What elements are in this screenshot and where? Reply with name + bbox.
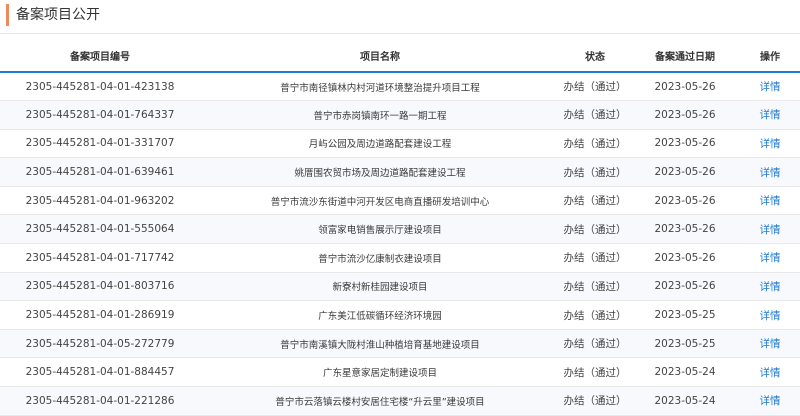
table-row: 2305-445281-04-05-272779 普宁市南溪镇大陇村淮山种植培育基…	[0, 329, 800, 359]
status-cell: 办结（通过）	[560, 129, 630, 159]
table-row: 2305-445281-04-01-221286 普宁市云落镇云楼村安居住宅楼“升…	[0, 386, 800, 416]
details-link[interactable]: 详情	[760, 138, 781, 150]
approval-date-cell: 2023-05-26	[630, 72, 740, 102]
table-row: 2305-445281-04-01-803716 新寮村新桂园建设项目 办结（通过）…	[0, 272, 800, 302]
status-cell: 办结（通过）	[560, 214, 630, 245]
table-row: 2305-445281-04-01-963202 普宁市流沙东街道中河开发区电商直…	[0, 186, 800, 216]
header-divider	[0, 33, 800, 34]
status-cell: 办结（通过）	[560, 243, 630, 273]
action-cell: 详情	[740, 243, 800, 273]
table-row: 2305-445281-04-01-423138 普宁市南径镇林内村河道环境整治提…	[0, 72, 800, 102]
record-code-cell: 2305-445281-04-01-639461	[0, 157, 200, 187]
column-header-name: 项目名称	[200, 44, 560, 73]
approval-date-cell: 2023-05-26	[630, 129, 740, 159]
column-header-status: 状态	[560, 44, 630, 73]
header-accent-bar	[6, 4, 9, 26]
approval-date-cell: 2023-05-25	[630, 300, 740, 330]
page-title: 备案项目公开	[16, 7, 100, 23]
details-link[interactable]: 详情	[760, 167, 781, 179]
status-cell: 办结（通过）	[560, 157, 630, 187]
record-code-cell: 2305-445281-04-01-331707	[0, 129, 200, 159]
status-cell: 办结（通过）	[560, 357, 630, 388]
action-cell: 详情	[740, 272, 800, 302]
column-header-date: 备案通过日期	[630, 44, 740, 73]
record-table: 备案项目编号 项目名称 状态 备案通过日期 操作 2305-445281-04-…	[0, 44, 800, 416]
status-cell: 办结（通过）	[560, 186, 630, 216]
details-link[interactable]: 详情	[760, 195, 781, 207]
record-code-cell: 2305-445281-04-01-555064	[0, 214, 200, 245]
record-code-cell: 2305-445281-04-01-221286	[0, 386, 200, 416]
status-cell: 办结（通过）	[560, 100, 630, 130]
project-name-cell: 广东星意家居定制建设项目	[200, 357, 560, 388]
project-name-cell: 普宁市流沙东街道中河开发区电商直播研发培训中心	[200, 186, 560, 216]
status-cell: 办结（通过）	[560, 272, 630, 302]
record-code-cell: 2305-445281-04-05-272779	[0, 329, 200, 359]
action-cell: 详情	[740, 186, 800, 216]
column-header-code: 备案项目编号	[0, 44, 200, 73]
details-link[interactable]: 详情	[760, 367, 781, 379]
action-cell: 详情	[740, 300, 800, 330]
action-cell: 详情	[740, 386, 800, 416]
record-code-cell: 2305-445281-04-01-764337	[0, 100, 200, 130]
table-row: 2305-445281-04-01-717742 普宁市流沙亿康制衣建设项目 办结（…	[0, 243, 800, 273]
details-link[interactable]: 详情	[760, 81, 781, 93]
table-row: 2305-445281-04-01-764337 普宁市赤岗镇南环一路一期工程 办结…	[0, 100, 800, 130]
approval-date-cell: 2023-05-24	[630, 357, 740, 388]
project-name-cell: 普宁市南径镇林内村河道环境整治提升项目工程	[200, 72, 560, 102]
table-row: 2305-445281-04-01-331707 月屿公园及周边道路配套建设工程办…	[0, 129, 800, 159]
column-header-action: 操作	[740, 44, 800, 73]
record-code-cell: 2305-445281-04-01-963202	[0, 186, 200, 216]
record-code-cell: 2305-445281-04-01-423138	[0, 72, 200, 102]
approval-date-cell: 2023-05-26	[630, 214, 740, 245]
record-code-cell: 2305-445281-04-01-717742	[0, 243, 200, 273]
table-row: 2305-445281-04-01-555064 领富家电销售展示厅建设项目 办结（…	[0, 214, 800, 245]
details-link[interactable]: 详情	[760, 281, 781, 293]
details-link[interactable]: 详情	[760, 310, 781, 322]
project-name-cell: 广东美江低碳循环经济环境园	[200, 300, 560, 330]
details-link[interactable]: 详情	[760, 338, 781, 350]
table-header: 备案项目编号 项目名称 状态 备案通过日期 操作	[0, 44, 800, 73]
action-cell: 详情	[740, 72, 800, 102]
approval-date-cell: 2023-05-24	[630, 386, 740, 416]
project-name-cell: 领富家电销售展示厅建设项目	[200, 214, 560, 245]
record-panel: 备案项目公开 备案项目编号 项目名称 状态 备案通过日期 操作 2305-445…	[0, 0, 800, 416]
table-body: 2305-445281-04-01-423138 普宁市南径镇林内村河道环境整治提…	[0, 72, 800, 416]
details-link[interactable]: 详情	[760, 395, 781, 407]
record-code-cell: 2305-445281-04-01-884457	[0, 357, 200, 388]
approval-date-cell: 2023-05-26	[630, 272, 740, 302]
project-name-cell: 新寮村新桂园建设项目	[200, 272, 560, 302]
action-cell: 详情	[740, 357, 800, 388]
project-name-cell: 姚厝围农贸市场及周边道路配套建设工程	[200, 157, 560, 187]
status-cell: 办结（通过）	[560, 300, 630, 330]
project-name-cell: 普宁市云落镇云楼村安居住宅楼“升云里”建设项目	[200, 386, 560, 416]
details-link[interactable]: 详情	[760, 224, 781, 236]
approval-date-cell: 2023-05-25	[630, 329, 740, 359]
table-row: 2305-445281-04-01-286919 广东美江低碳循环经济环境园 办结（…	[0, 300, 800, 330]
action-cell: 详情	[740, 100, 800, 130]
approval-date-cell: 2023-05-26	[630, 186, 740, 216]
panel-header: 备案项目公开	[0, 0, 800, 38]
action-cell: 详情	[740, 329, 800, 359]
record-code-cell: 2305-445281-04-01-803716	[0, 272, 200, 302]
record-code-cell: 2305-445281-04-01-286919	[0, 300, 200, 330]
action-cell: 详情	[740, 129, 800, 159]
table-row: 2305-445281-04-01-884457 广东星意家居定制建设项目 办结（通…	[0, 357, 800, 388]
project-name-cell: 普宁市流沙亿康制衣建设项目	[200, 243, 560, 273]
details-link[interactable]: 详情	[760, 252, 781, 264]
status-cell: 办结（通过）	[560, 329, 630, 359]
approval-date-cell: 2023-05-26	[630, 243, 740, 273]
project-name-cell: 普宁市南溪镇大陇村淮山种植培育基地建设项目	[200, 329, 560, 359]
action-cell: 详情	[740, 214, 800, 245]
details-link[interactable]: 详情	[760, 109, 781, 121]
table-row: 2305-445281-04-01-639461 姚厝围农贸市场及周边道路配套建设…	[0, 157, 800, 187]
status-cell: 办结（通过）	[560, 386, 630, 416]
project-name-cell: 月屿公园及周边道路配套建设工程	[200, 129, 560, 159]
approval-date-cell: 2023-05-26	[630, 157, 740, 187]
approval-date-cell: 2023-05-26	[630, 100, 740, 130]
action-cell: 详情	[740, 157, 800, 187]
project-name-cell: 普宁市赤岗镇南环一路一期工程	[200, 100, 560, 130]
status-cell: 办结（通过）	[560, 72, 630, 102]
